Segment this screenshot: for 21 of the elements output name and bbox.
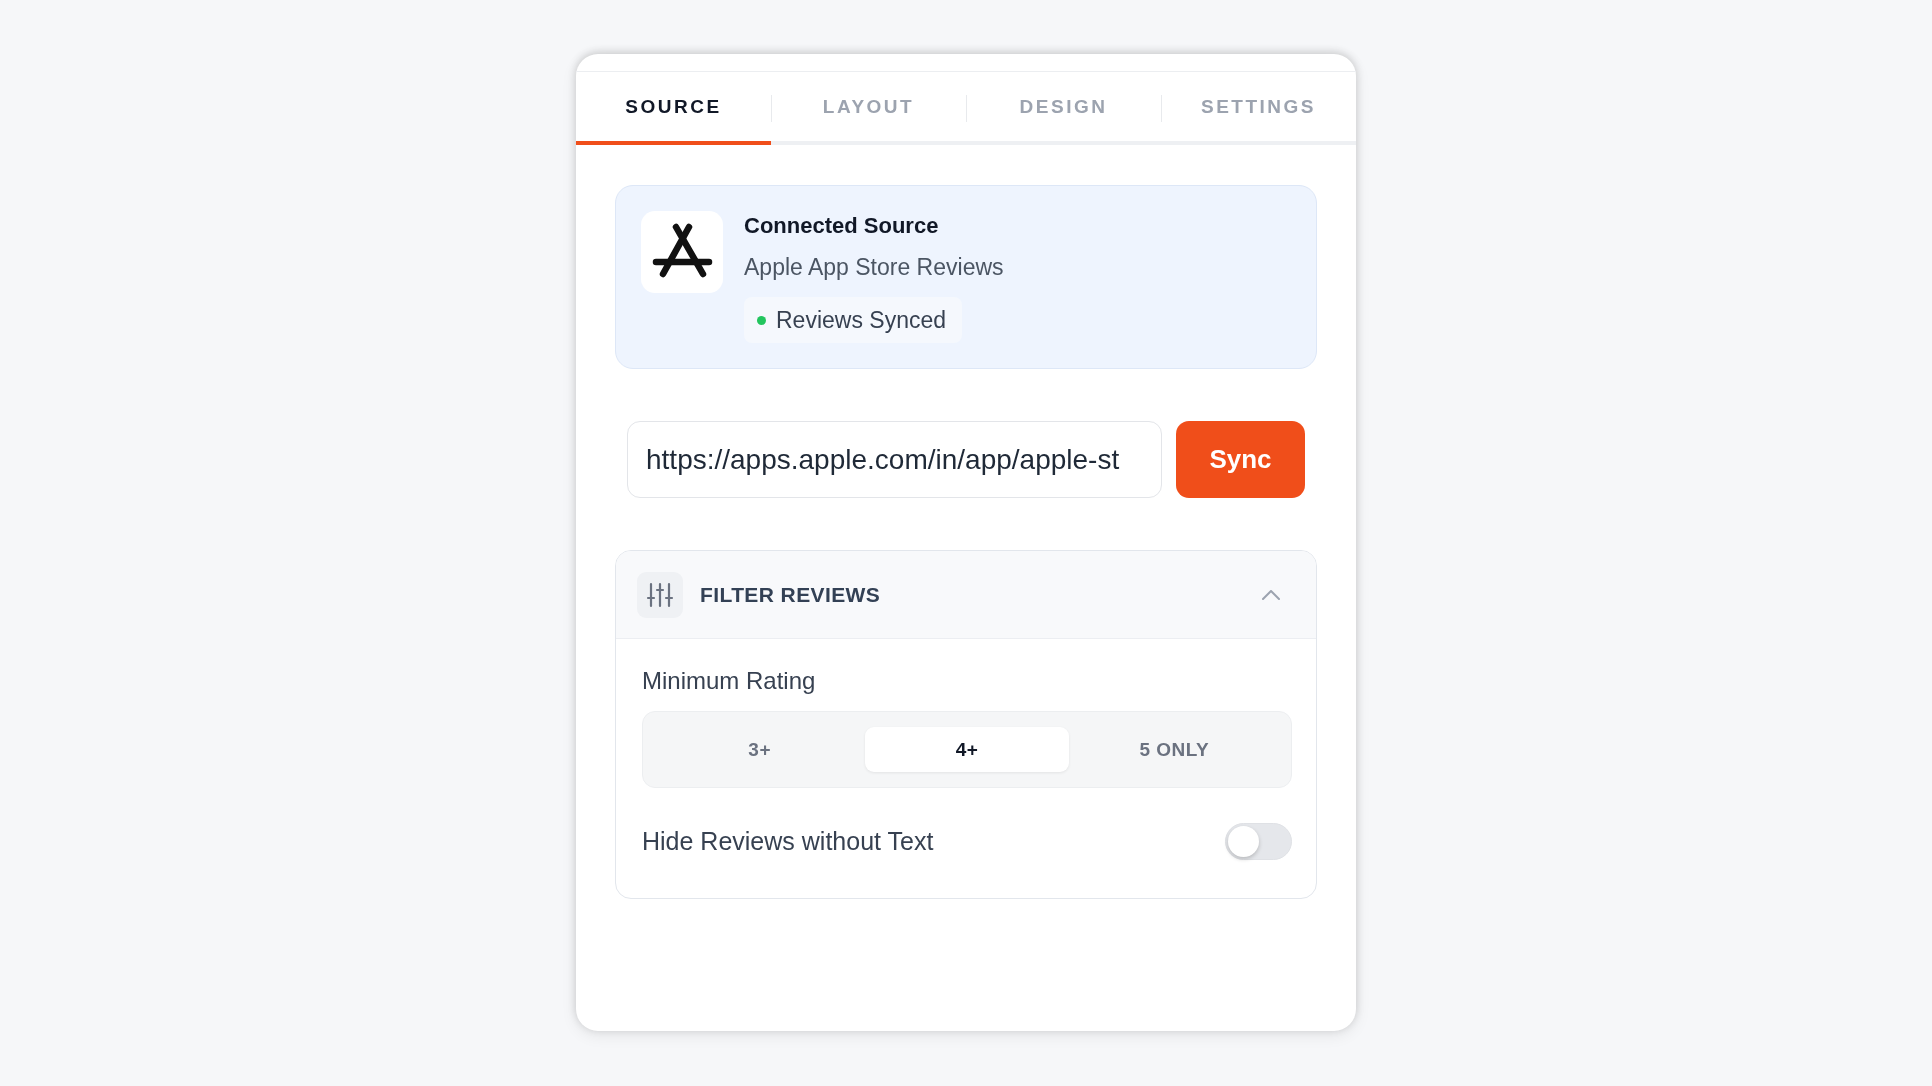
sync-button[interactable]: Sync xyxy=(1176,421,1305,498)
tab[interactable]: SETTINGS xyxy=(1161,72,1356,145)
sliders-icon xyxy=(637,571,683,618)
rating-option[interactable]: 5 ONLY xyxy=(1072,727,1276,772)
status-label: Reviews Synced xyxy=(776,306,947,334)
source-name: Apple App Store Reviews xyxy=(744,253,1004,282)
filter-header[interactable]: FILTER REVIEWS xyxy=(616,551,1316,639)
toggle-switch[interactable] xyxy=(1225,823,1292,860)
rating-label: Minimum Rating xyxy=(642,666,817,696)
chevron-up-icon[interactable] xyxy=(1262,589,1280,600)
letter-a-logo-icon xyxy=(641,211,723,293)
tab[interactable]: DESIGN xyxy=(966,72,1161,145)
status-dot-icon xyxy=(757,315,766,325)
source-title: Connected Source xyxy=(744,212,939,240)
tab[interactable]: LAYOUT xyxy=(771,72,966,145)
rating-option[interactable]: 4+ xyxy=(865,727,1069,772)
tab[interactable]: SOURCE xyxy=(576,72,771,145)
filter-title: FILTER REVIEWS xyxy=(700,582,882,607)
rating-option[interactable]: 3+ xyxy=(658,727,862,772)
url-input[interactable]: https://apps.apple.com/in/app/apple-st xyxy=(627,421,1162,498)
toggle-label: Hide Reviews without Text xyxy=(642,827,934,856)
